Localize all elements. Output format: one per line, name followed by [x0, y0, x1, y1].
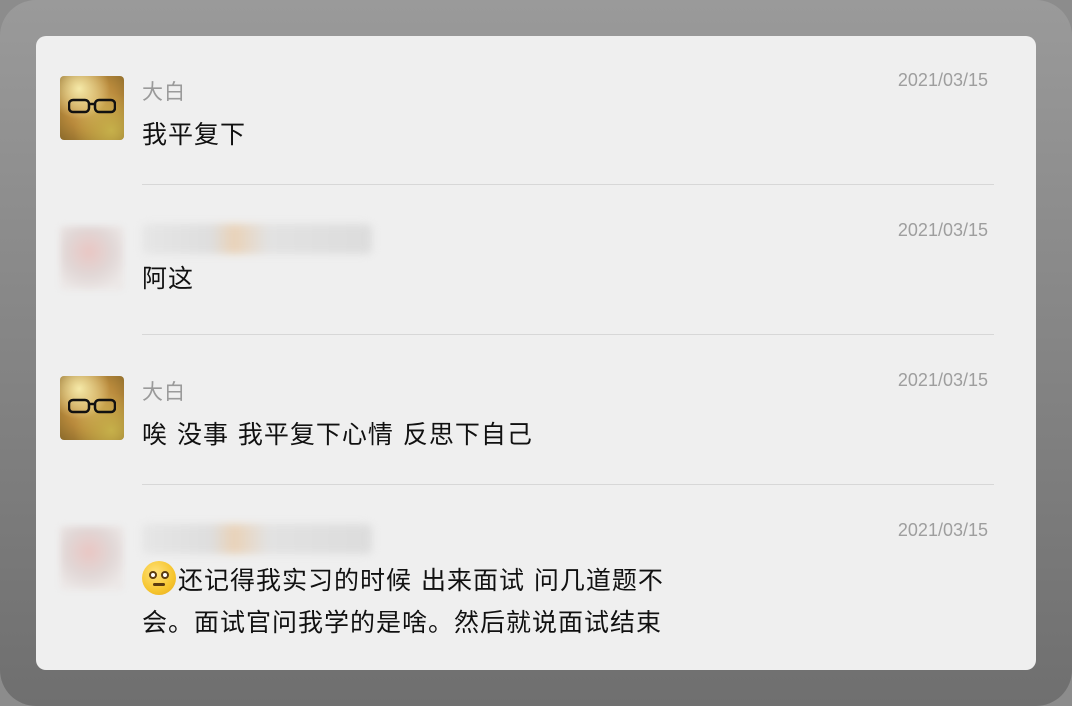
message-text-line1: 还记得我实习的时候 出来面试 问几道题不	[178, 566, 664, 595]
message-date: 2021/03/15	[897, 220, 988, 240]
avatar[interactable]	[60, 526, 124, 590]
message-text: 唉 没事 我平复下心情 反思下自己	[142, 420, 533, 449]
message-text: 还记得我实习的时候 出来面试 问几道题不 会。面试官问我学的是啥。然后就说面试结…	[142, 560, 762, 644]
divider	[142, 334, 994, 335]
message-date: 2021/03/15	[897, 370, 988, 390]
avatar[interactable]	[60, 226, 124, 290]
message-item[interactable]: 2021/03/15 还记得我实习的时候 出来面试 问几道题不 会。面试官问我学…	[36, 486, 1036, 670]
window-frame: 大白 2021/03/15 我平复下 2021/03/15 阿这 大白 2021…	[0, 0, 1072, 706]
avatar[interactable]	[60, 376, 124, 440]
message-date: 2021/03/15	[897, 70, 988, 90]
sender-name: 大白	[142, 380, 186, 404]
sender-name: 大白	[142, 80, 186, 104]
glasses-icon	[68, 98, 116, 114]
flushed-face-emoji-icon	[142, 561, 176, 595]
message-item[interactable]: 大白 2021/03/15 我平复下	[36, 36, 1036, 186]
chat-history-panel: 大白 2021/03/15 我平复下 2021/03/15 阿这 大白 2021…	[36, 36, 1036, 670]
message-date: 2021/03/15	[897, 520, 988, 540]
message-text: 我平复下	[142, 120, 247, 149]
message-item[interactable]: 大白 2021/03/15 唉 没事 我平复下心情 反思下自己	[36, 336, 1036, 486]
message-text-line2: 会。面试官问我学的是啥。然后就说面试结束	[142, 608, 663, 637]
glasses-icon	[68, 398, 116, 414]
divider	[142, 484, 994, 485]
avatar[interactable]	[60, 76, 124, 140]
sender-name-blurred	[142, 224, 372, 254]
sender-name-blurred	[142, 524, 372, 554]
divider	[142, 184, 994, 185]
message-item[interactable]: 2021/03/15 阿这	[36, 186, 1036, 336]
message-text: 阿这	[142, 264, 195, 293]
